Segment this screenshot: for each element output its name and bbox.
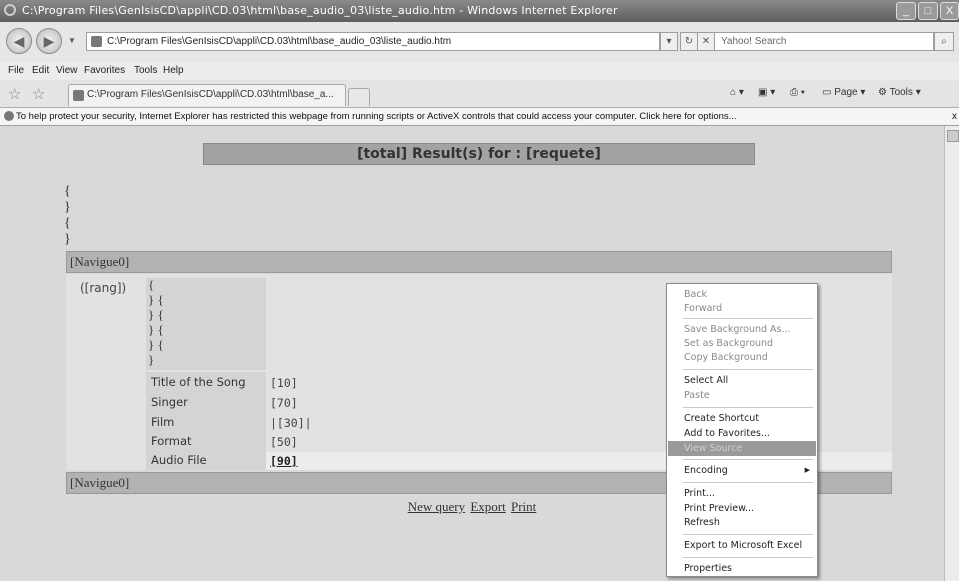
- submenu-arrow-icon: ▶: [804, 466, 810, 474]
- menu-item-forward[interactable]: Forward: [668, 301, 816, 316]
- search-icon[interactable]: ⌕: [934, 32, 954, 51]
- address-url: C:\Program Files\GenIsisCD\appli\CD.03\h…: [107, 36, 452, 47]
- menu-file[interactable]: File: [8, 65, 24, 76]
- menu-item-print-preview[interactable]: Print Preview...: [668, 501, 816, 516]
- tab-title: C:\Program Files\GenIsisCD\appli\CD.03\h…: [87, 89, 334, 100]
- field-label-film: Film: [151, 415, 175, 429]
- ie-logo-icon: [4, 4, 16, 16]
- menu-edit[interactable]: Edit: [32, 65, 49, 76]
- address-dropdown-icon[interactable]: ▾: [660, 32, 678, 51]
- menu-help[interactable]: Help: [163, 65, 184, 76]
- encoding-label: Encoding: [684, 465, 728, 476]
- menu-separator: [683, 534, 813, 535]
- menu-item-properties[interactable]: Properties: [668, 561, 816, 576]
- export-link[interactable]: Export: [470, 499, 505, 514]
- menu-item-encoding[interactable]: Encoding ▶: [668, 463, 816, 478]
- info-bar-text: To help protect your security, Internet …: [16, 111, 737, 122]
- menu-item-refresh[interactable]: Refresh: [668, 515, 816, 530]
- add-favorites-icon[interactable]: ☆: [32, 85, 45, 103]
- address-toolbar: ◀ ▶ ▼ C:\Program Files\GenIsisCD\appli\C…: [0, 22, 959, 62]
- menu-item-paste[interactable]: Paste: [668, 388, 816, 403]
- brace-line: } {: [148, 307, 164, 322]
- field-value-film: |[30]|: [270, 416, 312, 430]
- tools-menu-button[interactable]: ⚙ Tools ▾: [878, 87, 921, 98]
- menu-item-create-shortcut[interactable]: Create Shortcut: [668, 411, 816, 426]
- security-info-bar[interactable]: To help protect your security, Internet …: [0, 108, 959, 126]
- info-bar-close-icon[interactable]: x: [952, 108, 957, 125]
- brace-line: }: [148, 352, 155, 367]
- back-button[interactable]: ◀: [6, 28, 32, 54]
- menu-separator: [683, 407, 813, 408]
- menu-separator: [683, 318, 813, 319]
- menu-separator: [683, 557, 813, 558]
- minimize-button[interactable]: _: [896, 2, 916, 20]
- print-link[interactable]: Print: [511, 499, 536, 514]
- search-input[interactable]: Yahoo! Search: [714, 32, 934, 51]
- field-value-title: [10]: [270, 376, 298, 390]
- menu-item-print[interactable]: Print...: [668, 486, 816, 501]
- field-label-audio: Audio File: [151, 453, 207, 467]
- navigation-bar-top: [Navigue0]: [66, 251, 892, 273]
- address-bar[interactable]: C:\Program Files\GenIsisCD\appli\CD.03\h…: [86, 32, 660, 51]
- field-value-singer: [70]: [270, 396, 298, 410]
- menu-favorites[interactable]: Favorites: [84, 65, 125, 76]
- field-label-title: Title of the Song: [151, 375, 246, 389]
- menu-item-export-excel[interactable]: Export to Microsoft Excel: [668, 538, 816, 553]
- maximize-button[interactable]: □: [918, 2, 938, 20]
- menu-separator: [683, 369, 813, 370]
- brace-line: {: [148, 277, 155, 292]
- brace-text: }: [64, 232, 71, 247]
- title-bar: C:\Program Files\GenIsisCD\appli\CD.03\h…: [0, 0, 959, 22]
- home-icon[interactable]: ⌂ ▾: [730, 87, 744, 98]
- brace-panel: [146, 278, 266, 370]
- menu-item-select-all[interactable]: Select All: [668, 373, 816, 388]
- menu-tools[interactable]: Tools: [134, 65, 157, 76]
- tab-bar: ☆ ☆ C:\Program Files\GenIsisCD\appli\CD.…: [0, 80, 959, 108]
- menu-view[interactable]: View: [56, 65, 78, 76]
- brace-text: {: [64, 216, 71, 231]
- page-icon: [91, 36, 102, 47]
- context-menu: Back Forward Save Background As... Set a…: [666, 283, 818, 577]
- stop-icon[interactable]: ✕: [697, 32, 715, 51]
- print-icon[interactable]: ⎙ ▾: [790, 87, 805, 98]
- brace-text: {: [64, 184, 71, 199]
- scroll-up-arrow[interactable]: [947, 130, 959, 142]
- new-tab-button[interactable]: [348, 88, 370, 106]
- brace-line: } {: [148, 337, 164, 352]
- field-value-format: [50]: [270, 435, 298, 449]
- brace-text: }: [64, 200, 71, 215]
- brace-line: } {: [148, 322, 164, 337]
- tab-page-icon: [73, 90, 84, 101]
- result-header: [total] Result(s) for : [requete]: [203, 143, 755, 165]
- new-query-link[interactable]: New query: [408, 499, 465, 514]
- browser-tab[interactable]: C:\Program Files\GenIsisCD\appli\CD.03\h…: [68, 84, 346, 106]
- close-button[interactable]: X: [940, 2, 959, 20]
- menu-item-add-favorites[interactable]: Add to Favorites...: [668, 426, 816, 441]
- forward-button[interactable]: ▶: [36, 28, 62, 54]
- shield-icon: [4, 111, 14, 121]
- favorites-star-icon[interactable]: ☆: [8, 85, 21, 103]
- brace-line: } {: [148, 292, 164, 307]
- menu-item-view-source[interactable]: View Source: [668, 441, 816, 456]
- feeds-icon[interactable]: ▣ ▾: [758, 87, 775, 98]
- page-menu-button[interactable]: ▭ Page ▾: [822, 87, 865, 98]
- menu-separator: [683, 482, 813, 483]
- menu-item-set-background[interactable]: Set as Background: [668, 336, 816, 351]
- field-label-singer: Singer: [151, 395, 188, 409]
- menu-item-copy-background[interactable]: Copy Background: [668, 350, 816, 365]
- vertical-scrollbar[interactable]: [944, 126, 959, 581]
- window-title: C:\Program Files\GenIsisCD\appli\CD.03\h…: [22, 4, 618, 17]
- menu-separator: [683, 459, 813, 460]
- menu-bar: File Edit View Favorites Tools Help: [0, 62, 959, 80]
- audio-file-link[interactable]: [90]: [270, 454, 298, 468]
- menu-item-back[interactable]: Back: [668, 287, 816, 302]
- recent-pages-dropdown-icon[interactable]: ▼: [68, 36, 76, 45]
- refresh-icon[interactable]: ↻: [680, 32, 698, 51]
- field-label-format: Format: [151, 434, 192, 448]
- rank-label: ([rang]): [80, 281, 127, 295]
- menu-item-save-background[interactable]: Save Background As...: [668, 322, 816, 337]
